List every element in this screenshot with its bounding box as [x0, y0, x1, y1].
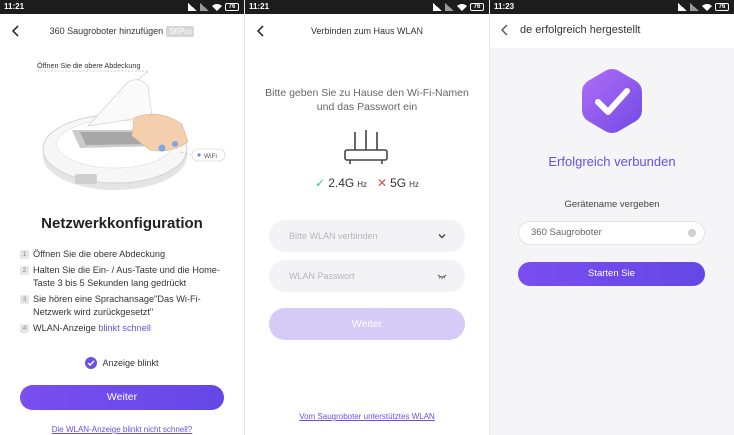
step-number: 1 — [20, 250, 29, 259]
instruction-text: Bitte geben Sie zu Hause den Wi-Fi-Namen… — [265, 87, 469, 113]
page-title: Verbinden zum Haus WLAN — [310, 26, 424, 36]
signal-icon — [200, 3, 209, 11]
back-arrow-icon[interactable] — [497, 22, 513, 38]
checkbox-checked-icon[interactable] — [85, 357, 98, 369]
wlan-placeholder: Bitte WLAN verbinden — [289, 231, 378, 241]
page-title: 360 Saugroboter hinzufügen — [49, 26, 164, 36]
blink-confirm: Anzeige blinkt — [0, 357, 244, 369]
device-name-value: 360 Saugroboter — [531, 227, 602, 238]
wifi-icon — [212, 4, 222, 11]
step-number: 3 — [20, 294, 29, 304]
success-check-icon — [582, 69, 642, 133]
supported-wlan-link[interactable]: Vom Saugroboter unterstütztes WLAN — [245, 412, 489, 421]
start-button[interactable]: Starten Sie — [518, 262, 705, 286]
band-24ghz: ✓ 2.4G Hz — [315, 176, 367, 190]
status-bar: 11:21 76 — [0, 0, 244, 14]
step-number: 4 — [20, 323, 29, 333]
instructions-list: 1 Öffnen Sie die obere Abdeckung 2 Halten … — [20, 248, 235, 337]
robot-illustration: Öffnen Sie die obere Abdeckung WiFi — [37, 61, 226, 190]
signal-icon — [188, 3, 197, 11]
status-time: 11:21 — [4, 2, 25, 11]
checkbox-label: Anzeige blinkt — [102, 358, 159, 368]
router-icon — [344, 130, 388, 164]
band-5ghz: ✕ 5G Hz — [377, 176, 419, 190]
signal-icon — [433, 3, 442, 11]
battery-icon: 76 — [225, 3, 239, 11]
screen-connection-success: 11:23 76 de erfolgreich hergestellt Erfo… — [490, 0, 734, 435]
list-item: 1 Öffnen Sie die obere Abdeckung — [20, 248, 235, 262]
status-bar: 11:23 76 — [490, 0, 734, 14]
header: Verbinden zum Haus WLAN — [245, 14, 489, 50]
screen-network-config: 11:21 76 360 Saugroboter hinzufügen S6Pro… — [0, 0, 244, 435]
battery-icon: 76 — [715, 3, 729, 11]
list-item: 2 Halten Sie die Ein- / Aus-Taste und die… — [20, 264, 235, 291]
status-time: 11:21 — [249, 2, 270, 11]
success-message: Erfolgreich verbunden — [548, 154, 676, 169]
wifi-icon — [457, 4, 467, 11]
band-support: ✓ 2.4G Hz ✕ 5G Hz — [245, 176, 489, 190]
check-icon: ✓ — [315, 176, 326, 190]
help-link[interactable]: Die WLAN-Anzeige blinkt nicht schnell? — [0, 425, 244, 434]
page-title: de erfolgreich hergestellt — [520, 24, 641, 36]
screen-connect-wlan: 11:21 76 Verbinden zum Haus WLAN Bitte g… — [245, 0, 489, 435]
wifi-icon — [702, 4, 712, 11]
page-heading: Netzwerkkonfiguration — [41, 215, 203, 232]
signal-icon — [678, 3, 687, 11]
device-name-input[interactable]: 360 Saugroboter — [518, 221, 705, 245]
chevron-down-icon — [438, 234, 446, 239]
step-number: 2 — [20, 265, 29, 275]
cross-icon: ✕ — [377, 176, 388, 190]
password-placeholder: WLAN Passwort — [289, 271, 355, 281]
password-input[interactable]: WLAN Passwort — [269, 260, 465, 292]
list-item: 3 Sie hören eine Sprachansage"Das Wi-Fi-N… — [20, 293, 235, 320]
next-button[interactable]: Weiter — [20, 385, 224, 410]
header: 360 Saugroboter hinzufügen S6Pro — [0, 14, 244, 50]
next-button[interactable]: Weiter — [269, 308, 465, 340]
status-bar: 11:21 76 — [245, 0, 489, 14]
wlan-select[interactable]: Bitte WLAN verbinden — [269, 220, 465, 252]
device-name-label: Gerätename vergeben — [564, 199, 660, 210]
status-time: 11:23 — [494, 2, 515, 11]
header: de erfolgreich hergestellt — [490, 14, 734, 48]
clear-icon[interactable] — [688, 229, 696, 237]
blink-highlight: blinkt schnell — [98, 322, 151, 333]
eye-closed-icon[interactable] — [437, 271, 447, 281]
cover-callout: Öffnen Sie die obere Abdeckung — [37, 61, 140, 70]
signal-icon — [690, 3, 699, 11]
battery-icon: 76 — [470, 3, 484, 11]
signal-icon — [445, 3, 454, 11]
model-badge: S6Pro — [166, 26, 195, 37]
wifi-tag: WiFi — [204, 153, 217, 160]
list-item: 4 WLAN-Anzeige blinkt schnell — [20, 322, 235, 336]
